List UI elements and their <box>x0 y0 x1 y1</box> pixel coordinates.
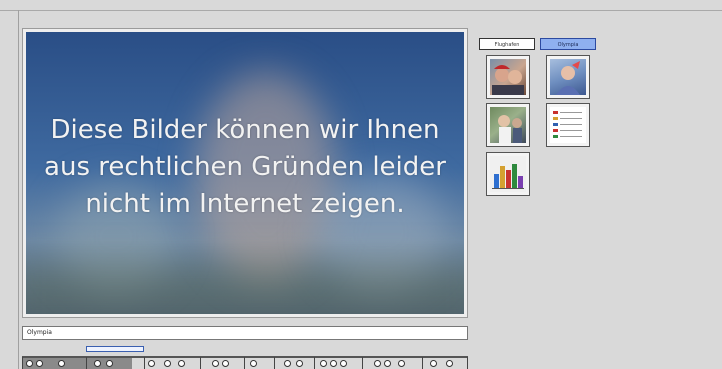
top-divider <box>0 10 722 11</box>
thumbnail-4[interactable] <box>546 103 590 147</box>
timeline-keyframe-icon[interactable] <box>58 360 65 367</box>
timeline-tick <box>314 357 315 369</box>
thumbnail-5[interactable] <box>486 152 530 196</box>
notice-line-2: aus rechtlichen Gründen leider <box>44 152 446 182</box>
timeline-keyframe-icon[interactable] <box>94 360 101 367</box>
timeline-keyframe-icon[interactable] <box>222 360 229 367</box>
timeline-keyframe-icon[interactable] <box>384 360 391 367</box>
video-player[interactable]: Diese Bilder können wir Ihnen aus rechtl… <box>22 28 468 318</box>
timeline-keyframe-icon[interactable] <box>36 360 43 367</box>
timeline-keyframe-icon[interactable] <box>164 360 171 367</box>
timeline-tick <box>362 357 363 369</box>
tab-flughafen[interactable]: Flughafen <box>479 38 535 50</box>
timeline[interactable] <box>22 346 468 369</box>
timeline-keyframe-icon[interactable] <box>430 360 437 367</box>
timeline-tick <box>200 357 201 369</box>
timeline-tick <box>274 357 275 369</box>
photo-icon <box>490 59 526 95</box>
video-frame-image: Diese Bilder können wir Ihnen aus rechtl… <box>26 32 464 314</box>
thumbnail-2[interactable] <box>546 55 590 99</box>
notice-line-3: nicht im Internet zeigen. <box>85 189 405 219</box>
timeline-keyframe-icon[interactable] <box>398 360 405 367</box>
timeline-keyframe-icon[interactable] <box>212 360 219 367</box>
bar-chart-icon <box>490 156 526 192</box>
timeline-keyframe-icon[interactable] <box>330 360 337 367</box>
timeline-keyframe-icon[interactable] <box>178 360 185 367</box>
timeline-keyframe-icon[interactable] <box>26 360 33 367</box>
timeline-tick <box>422 357 423 369</box>
left-divider <box>18 10 19 369</box>
timeline-tick <box>244 357 245 369</box>
timeline-tick <box>86 357 87 369</box>
timeline-keyframe-icon[interactable] <box>446 360 453 367</box>
photo-icon <box>490 107 526 143</box>
timeline-keyframe-icon[interactable] <box>250 360 257 367</box>
photo-icon <box>550 59 586 95</box>
timeline-keyframe-icon[interactable] <box>106 360 113 367</box>
tab-olympia[interactable]: Olympia <box>540 38 596 50</box>
timeline-tick <box>22 357 23 369</box>
copyright-notice: Diese Bilder können wir Ihnen aus rechtl… <box>26 112 464 223</box>
timeline-keyframe-icon[interactable] <box>296 360 303 367</box>
timeline-keyframe-icon[interactable] <box>148 360 155 367</box>
notice-line-1: Diese Bilder können wir Ihnen <box>50 115 440 145</box>
timeline-keyframe-icon[interactable] <box>340 360 347 367</box>
thumbnail-1[interactable] <box>486 55 530 99</box>
timeline-selection-marker[interactable] <box>86 346 144 352</box>
thumbnail-3[interactable] <box>486 103 530 147</box>
timeline-keyframe-icon[interactable] <box>284 360 291 367</box>
timeline-keyframe-icon[interactable] <box>374 360 381 367</box>
timeline-keyframe-icon[interactable] <box>320 360 327 367</box>
timeline-tick <box>144 357 145 369</box>
timeline-tick <box>467 357 468 369</box>
table-icon <box>550 107 586 143</box>
caption-field[interactable]: Olympia <box>22 326 468 340</box>
blurred-ground <box>26 262 464 314</box>
